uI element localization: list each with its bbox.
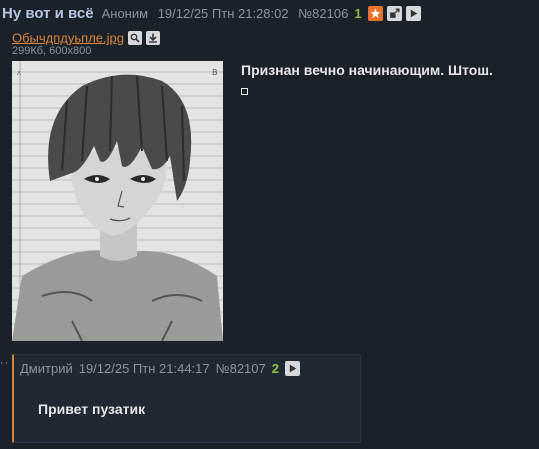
reply-author: Дмитрий: [20, 361, 73, 376]
reply-message: Привет пузатик: [38, 401, 146, 417]
square-glyph: [241, 88, 248, 95]
reply-menu-button[interactable]: [284, 361, 300, 376]
post-message-text: Признан вечно начинающим. Штош.: [241, 62, 493, 78]
play-icon: [289, 364, 297, 373]
file-size: 299Кб, 600x800: [12, 45, 92, 57]
download-button[interactable]: [145, 30, 160, 45]
reply-indent-marker: ··: [0, 357, 10, 369]
download-icon: [148, 33, 157, 43]
reply-reply-count[interactable]: 2: [272, 361, 279, 376]
op-post-header: Ну вот и всё Аноним 19/12/25 Птн 21:28:0…: [2, 4, 425, 22]
post-subject: Ну вот и всё: [2, 4, 94, 22]
post-author: Аноним: [101, 5, 149, 21]
post-message: Признан вечно начинающим. Штош.: [241, 60, 493, 100]
svg-text:ʌ: ʌ: [17, 69, 21, 77]
star-icon: [370, 8, 381, 18]
pencil-sketch-image: В ʌ: [12, 61, 223, 341]
post-menu-button[interactable]: [405, 5, 421, 21]
favorite-button[interactable]: [367, 5, 383, 21]
reply-post: Дмитрий 19/12/25 Птн 21:44:17 №82107 2 П…: [12, 354, 361, 443]
reply-datetime: 19/12/25 Птн 21:44:17: [78, 361, 210, 376]
reply-post-number-link[interactable]: №82107: [216, 361, 266, 376]
post-number-link[interactable]: №82106: [298, 6, 348, 21]
play-icon: [410, 9, 417, 17]
expand-thread-button[interactable]: [386, 5, 402, 21]
image-search-button[interactable]: [127, 30, 142, 45]
file-name-link[interactable]: Обычдпдуьпле.jpg: [12, 30, 124, 45]
reply-count[interactable]: 1: [354, 6, 361, 21]
post-image-thumbnail[interactable]: В ʌ: [12, 61, 223, 341]
search-icon: [130, 33, 140, 43]
expand-icon: [389, 7, 400, 18]
post-datetime: 19/12/25 Птн 21:28:02: [157, 5, 289, 21]
post-meta: Аноним 19/12/25 Птн 21:28:02 №82106: [102, 6, 355, 21]
svg-text:В: В: [212, 68, 218, 77]
reply-header: Дмитрий 19/12/25 Птн 21:44:17 №82107 2: [20, 361, 306, 376]
